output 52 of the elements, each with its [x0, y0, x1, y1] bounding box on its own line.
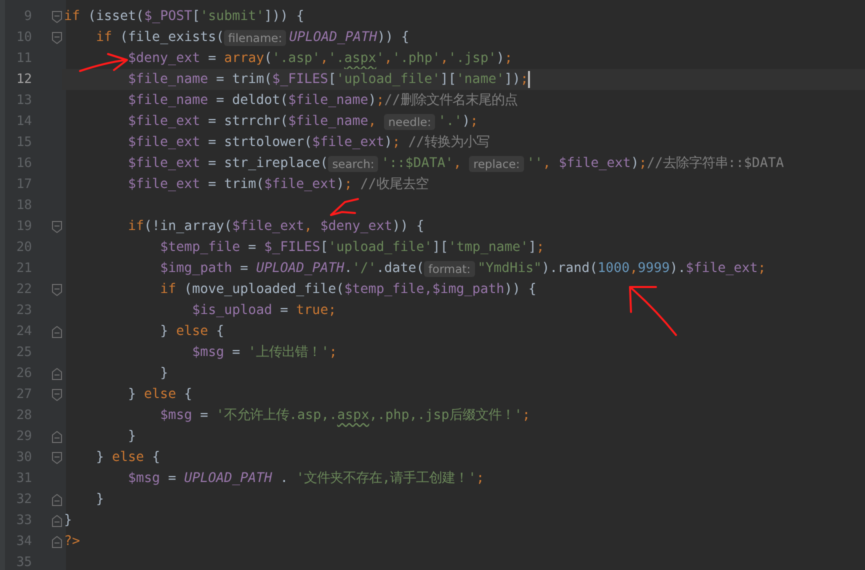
- code-text: '::$DATA',: [381, 155, 462, 173]
- parameter-hint: search:: [328, 156, 378, 172]
- fold-marker-icon[interactable]: [52, 326, 62, 338]
- code-text: $deny_ext = array('.asp','.aspx','.php','.jsp');: [128, 50, 512, 68]
- parameter-hint: needle:: [384, 114, 436, 130]
- code-text: $file_name = trim($_FILES['upload_file']['name']);: [128, 71, 528, 89]
- code-text: if (isset($_POST['submit'])) {: [64, 8, 304, 26]
- code-text: $file_ext = strtolower($file_ext); //转换为小写: [128, 134, 490, 152]
- code-text: if (move_uploaded_file($temp_file,$img_path)) {: [160, 281, 536, 299]
- code-text: $file_name = deldot($file_name);//删除文件名末尾的点: [128, 92, 518, 110]
- fold-marker-icon[interactable]: [52, 388, 62, 400]
- code-text: $msg = '不允许上传.asp,.aspx,.php,.jsp后缀文件！';: [160, 406, 530, 425]
- code-text: }: [96, 491, 104, 509]
- code-text: '', $file_ext);//去除字符串::$DATA: [526, 154, 784, 173]
- code-text: "YmdHis").rand(1000,9999).$file_ext;: [478, 260, 766, 278]
- code-text: ?>: [64, 533, 80, 551]
- fold-marker-icon[interactable]: [52, 430, 62, 442]
- code-text: $file_ext = strrchr($file_name,: [128, 113, 378, 131]
- code-text: $img_path = UPLOAD_PATH.'/'.date(: [160, 260, 424, 278]
- fold-marker-icon[interactable]: [52, 514, 62, 526]
- fold-marker-icon[interactable]: [52, 494, 62, 506]
- code-text: UPLOAD_PATH)) {: [289, 29, 410, 47]
- text-cursor: [528, 71, 530, 88]
- code-text: } else {: [160, 323, 224, 341]
- code-text: if (file_exists(: [96, 29, 224, 47]
- parameter-hint: format:: [424, 260, 475, 276]
- code-text: if(!in_array($file_ext, $deny_ext)) {: [128, 218, 424, 236]
- code-text: $msg = UPLOAD_PATH . '文件夹不存在,请手工创建！';: [128, 470, 484, 488]
- fold-marker-icon[interactable]: [52, 452, 62, 464]
- code-text: }: [128, 428, 136, 446]
- code-text: }: [64, 512, 72, 530]
- code-text: } else {: [96, 449, 160, 467]
- code-text: '.');: [438, 113, 478, 131]
- code-text: $msg = '上传出错！';: [192, 344, 338, 362]
- parameter-hint: filename:: [224, 30, 286, 46]
- code-text: } else {: [128, 386, 192, 404]
- line-number: 12: [15, 72, 32, 87]
- fold-marker-icon[interactable]: [52, 368, 62, 380]
- code-text: }: [160, 365, 168, 383]
- fold-marker-icon[interactable]: [52, 284, 62, 296]
- fold-marker-icon[interactable]: [52, 32, 62, 44]
- fold-marker-icon[interactable]: [52, 10, 62, 22]
- code-text: $temp_file = $_FILES['upload_file']['tmp_name'];: [160, 239, 544, 257]
- parameter-hint: replace:: [469, 156, 524, 172]
- code-text: $is_upload = true;: [192, 302, 336, 320]
- arrow-annotation: [330, 198, 359, 216]
- arrow-annotation: [79, 53, 128, 72]
- fold-marker-icon[interactable]: [52, 220, 62, 232]
- code-text: $file_ext = trim($file_ext); //收尾去空: [128, 176, 428, 194]
- code-text: $file_ext = str_ireplace(: [128, 155, 328, 173]
- fold-marker-icon[interactable]: [52, 536, 62, 548]
- arrow-annotation: [629, 286, 677, 336]
